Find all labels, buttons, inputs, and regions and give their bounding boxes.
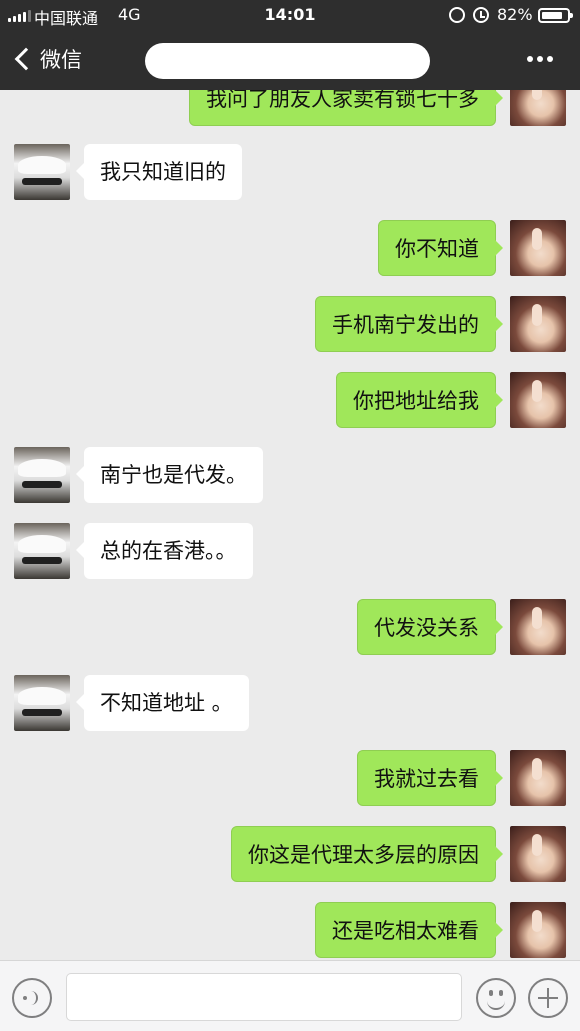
chat-history[interactable]: 我问了朋友人家卖有锁七十多我只知道旧的你不知道手机南宁发出的你把地址给我南宁也是… [0,90,580,960]
message-row: 南宁也是代发。 [0,447,580,503]
alarm-icon [473,7,489,23]
emoji-icon[interactable] [476,978,516,1018]
contact-avatar[interactable] [14,675,70,731]
back-button[interactable]: 微信 [10,42,82,76]
sent-message-bubble[interactable]: 你这是代理太多层的原因 [231,826,503,882]
contact-avatar[interactable] [14,447,70,503]
received-message-bubble[interactable]: 不知道地址 。 [76,675,249,731]
sent-message-bubble[interactable]: 你不知道 [378,220,503,276]
message-row: 手机南宁发出的 [0,296,580,352]
back-label: 微信 [40,48,82,72]
my-avatar[interactable] [510,372,566,428]
message-row: 你这是代理太多层的原因 [0,826,580,882]
message-input[interactable] [66,973,462,1021]
status-bar: 中国联通 4G 14:01 82% [0,0,580,30]
contact-avatar[interactable] [14,523,70,579]
orientation-lock-icon [449,7,465,23]
message-row: 你不知道 [0,220,580,276]
sent-message-bubble[interactable]: 我就过去看 [357,750,503,806]
plus-icon[interactable] [528,978,568,1018]
received-message-bubble[interactable]: 我只知道旧的 [76,144,242,200]
chevron-left-icon [14,47,38,71]
my-avatar[interactable] [510,90,566,126]
nav-bar: 微信 [0,30,580,90]
clock: 14:01 [264,5,316,24]
battery-percent: 82% [497,5,533,24]
sent-message-bubble[interactable]: 手机南宁发出的 [315,296,503,352]
message-row: 我只知道旧的 [0,144,580,200]
more-dots-icon[interactable] [527,56,553,62]
received-message-bubble[interactable]: 南宁也是代发。 [76,447,263,503]
voice-icon[interactable] [12,978,52,1018]
sent-message-bubble[interactable]: 你把地址给我 [336,372,503,428]
my-avatar[interactable] [510,826,566,882]
message-row: 总的在香港。。 [0,523,580,579]
my-avatar[interactable] [510,750,566,806]
received-message-bubble[interactable]: 总的在香港。。 [76,523,253,579]
my-avatar[interactable] [510,296,566,352]
sent-message-bubble[interactable]: 我问了朋友人家卖有锁七十多 [189,90,503,126]
battery-icon [538,8,573,23]
my-avatar[interactable] [510,220,566,276]
my-avatar[interactable] [510,599,566,655]
message-row: 不知道地址 。 [0,675,580,731]
message-row: 你把地址给我 [0,372,580,428]
contact-avatar[interactable] [14,144,70,200]
message-row: 我就过去看 [0,750,580,806]
sent-message-bubble[interactable]: 还是吃相太难看 [315,902,503,958]
chat-title-redacted [145,43,430,79]
my-avatar[interactable] [510,902,566,958]
sent-message-bubble[interactable]: 代发没关系 [357,599,503,655]
message-row: 还是吃相太难看 [0,902,580,958]
message-row: 代发没关系 [0,599,580,655]
message-row: 我问了朋友人家卖有锁七十多 [0,90,580,126]
input-bar [0,960,580,1031]
